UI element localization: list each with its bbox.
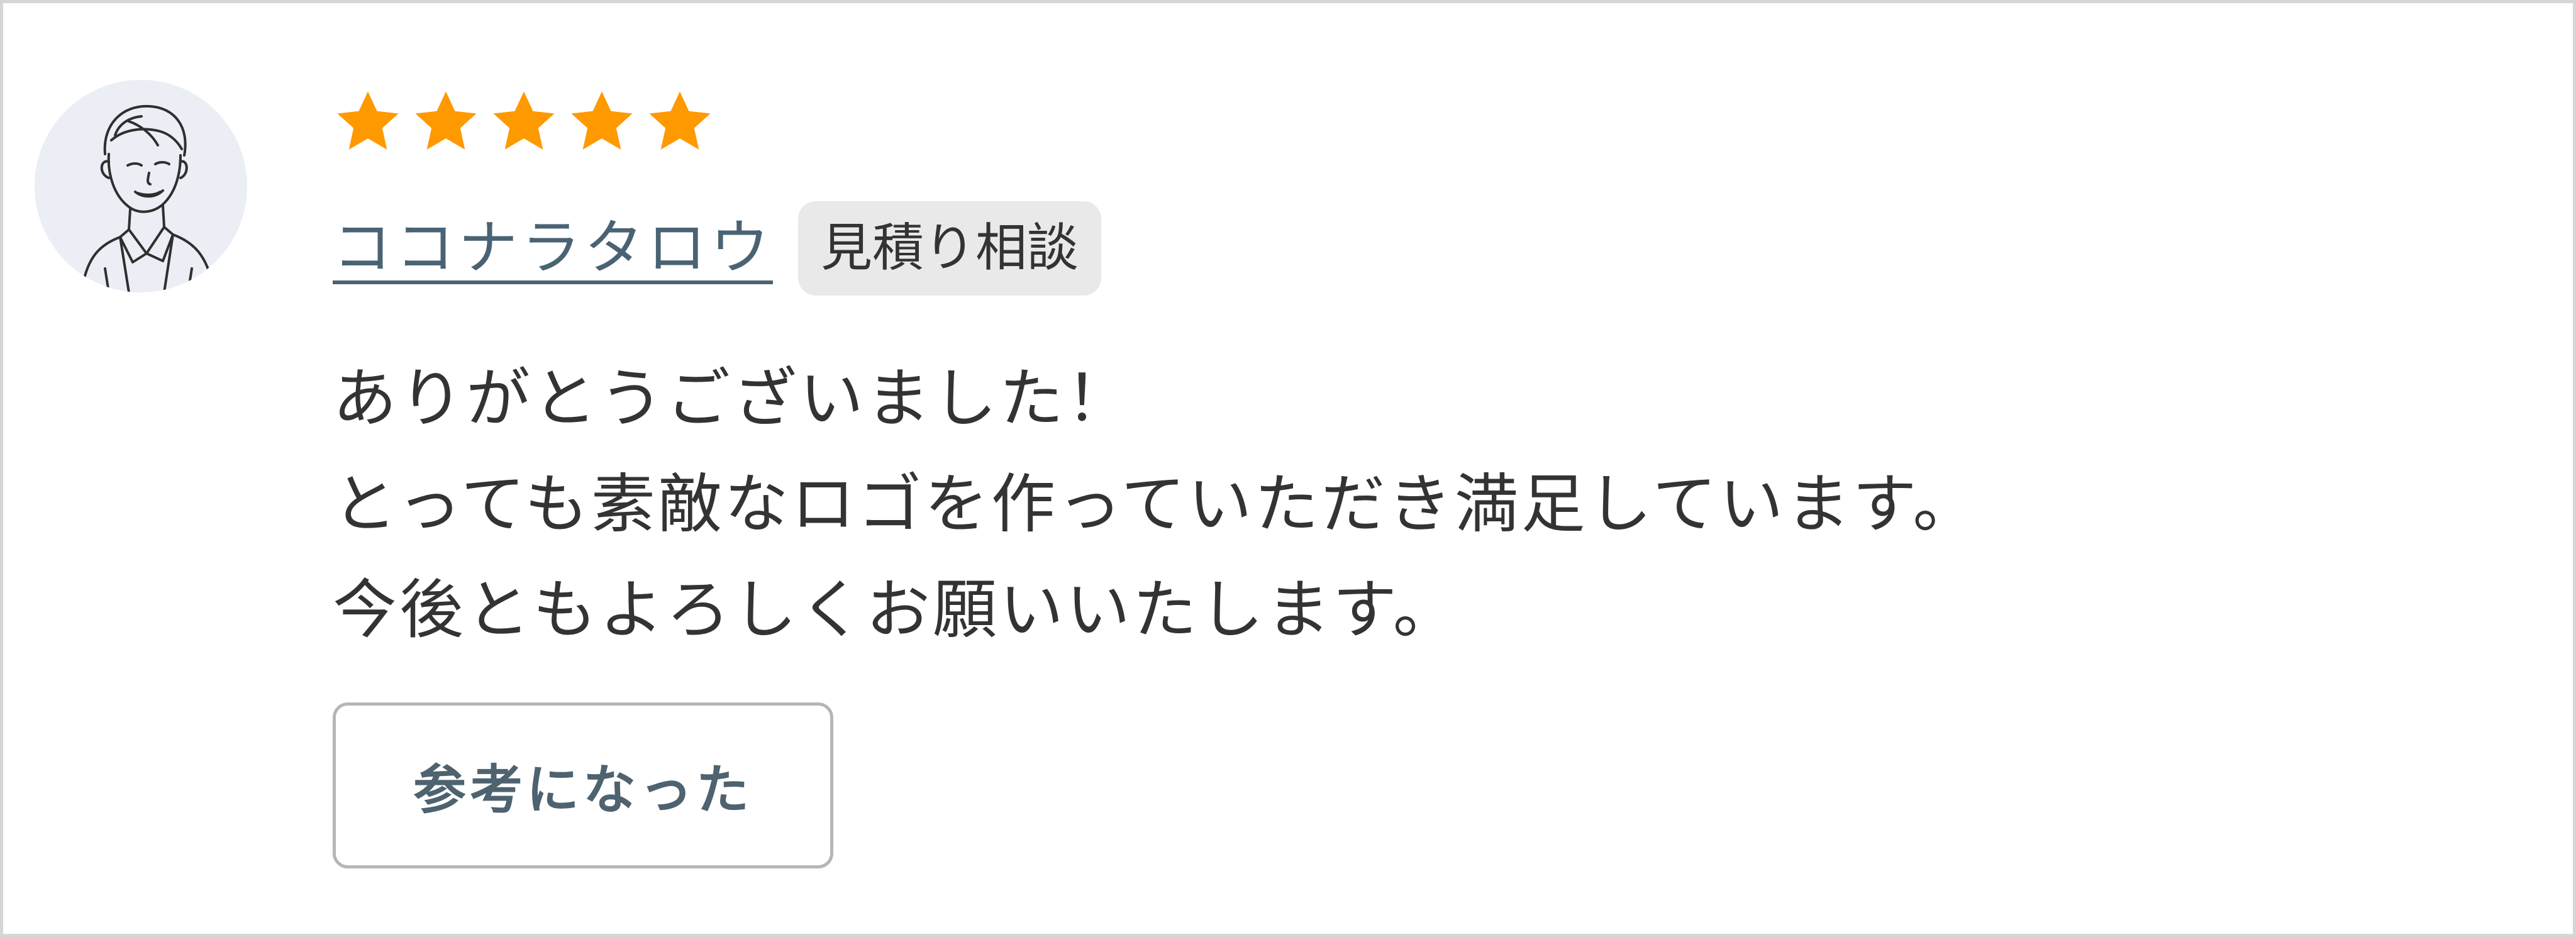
person-illustration-icon bbox=[35, 80, 247, 292]
star-icon bbox=[415, 91, 477, 150]
reviewer-row: ココナラタロウ 見積り相談 bbox=[333, 198, 2535, 299]
comment-line: 今後ともよろしくお願いいたします。 bbox=[333, 573, 1460, 648]
comment-line: とっても素敵なロゴを作っていただき満足しています。 bbox=[333, 467, 1980, 542]
star-icon bbox=[571, 91, 633, 150]
helpful-button[interactable]: 参考になった bbox=[333, 702, 833, 868]
review-card: ココナラタロウ 見積り相談 ありがとうございました！ とっても素敵なロゴを作って… bbox=[0, 0, 2576, 937]
service-tag: 見積り相談 bbox=[798, 201, 1102, 296]
star-icon bbox=[337, 91, 399, 150]
star-icon bbox=[493, 91, 555, 150]
review-content: ココナラタロウ 見積り相談 ありがとうございました！ とっても素敵なロゴを作って… bbox=[333, 85, 2535, 868]
review-comment: ありがとうございました！ とっても素敵なロゴを作っていただき満足しています。 今… bbox=[333, 347, 2535, 663]
avatar bbox=[35, 80, 247, 292]
reviewer-name-link[interactable]: ココナラタロウ bbox=[333, 216, 773, 281]
rating-stars bbox=[333, 85, 2535, 159]
comment-line: ありがとうございました！ bbox=[333, 362, 1133, 436]
star-icon bbox=[649, 91, 711, 150]
